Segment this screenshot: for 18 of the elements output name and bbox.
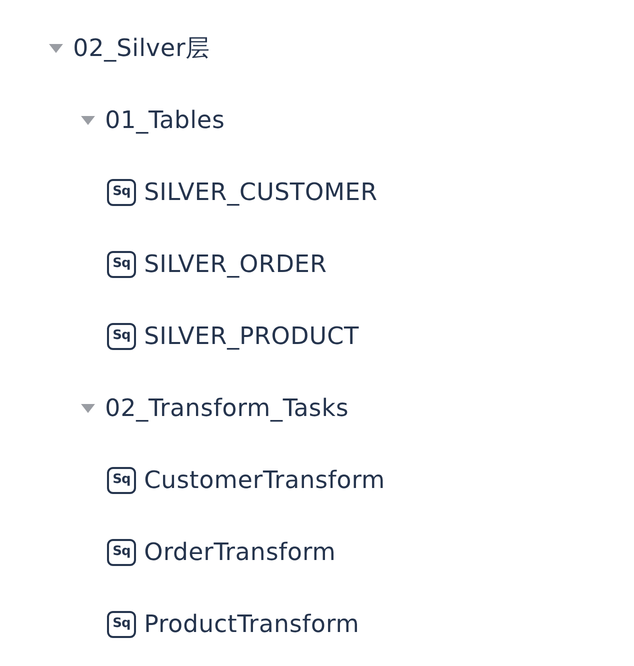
- file-type-icon: Sq: [107, 466, 136, 494]
- file-type-icon: Sq: [107, 178, 136, 206]
- tree-item[interactable]: SILVER_CUSTOMER: [144, 174, 378, 210]
- tree-item[interactable]: SILVER_ORDER: [144, 246, 327, 282]
- tree-item[interactable]: OrderTransform: [144, 534, 336, 570]
- tree-item[interactable]: SILVER_PRODUCT: [144, 318, 360, 354]
- folder-label[interactable]: 02_Silver层: [73, 30, 210, 66]
- caret-icon[interactable]: [49, 44, 63, 52]
- tree-item[interactable]: CustomerTransform: [144, 462, 386, 498]
- file-type-icon: Sq: [107, 322, 136, 350]
- folder-label[interactable]: 01_Tables: [105, 102, 225, 138]
- folder-label[interactable]: 02_Transform_Tasks: [105, 390, 349, 426]
- file-type-icon: Sq: [107, 610, 136, 638]
- file-type-icon: Sq: [107, 538, 136, 566]
- caret-icon[interactable]: [81, 404, 95, 412]
- caret-icon[interactable]: [81, 116, 95, 124]
- tree-item[interactable]: ProductTransform: [144, 606, 360, 642]
- file-type-icon: Sq: [107, 250, 136, 278]
